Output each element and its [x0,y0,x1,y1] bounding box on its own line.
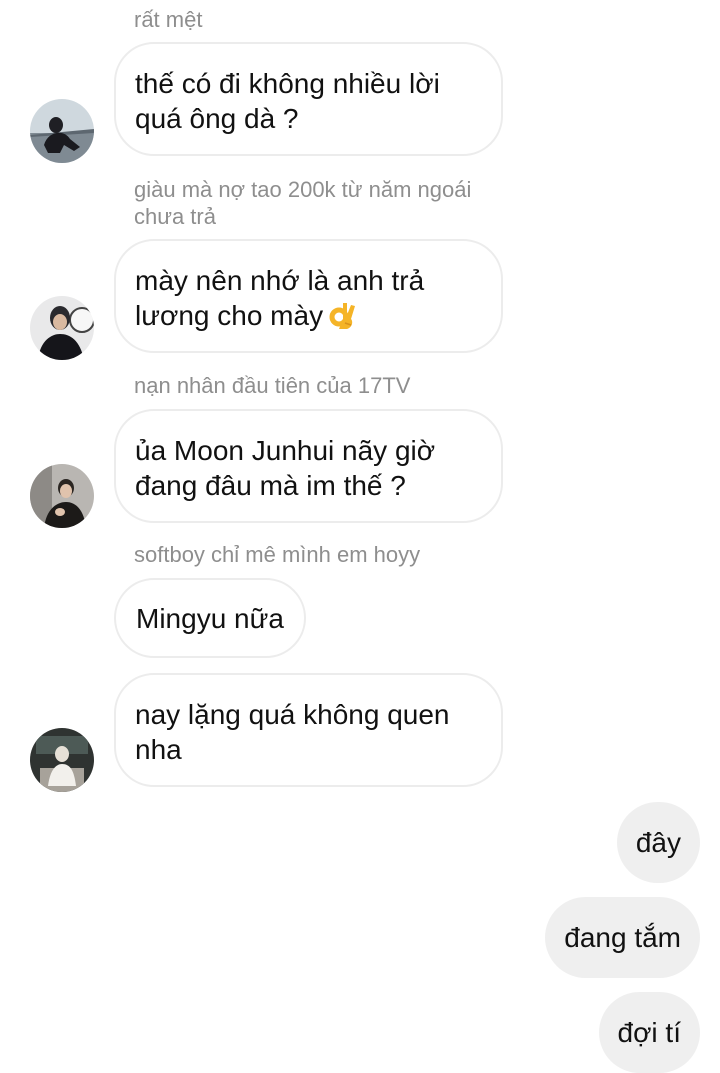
message-bubble-incoming[interactable]: thế có đi không nhiều lời quá ông dà ? [114,42,503,156]
message-text: Mingyu nữa [136,602,284,634]
message-bubble-incoming[interactable]: Mingyu nữa [114,578,306,658]
message-text: nay lặng quá không quen nha [135,699,450,765]
message-bubble-incoming[interactable]: ủa Moon Junhui nãy giờ đang đâu mà im th… [114,409,503,523]
sender-label: rất mệt [134,7,203,32]
message-text: thế có đi không nhiều lời quá ông dà ? [135,68,440,134]
ok-hand-icon [329,299,357,331]
user-avatar[interactable] [30,296,94,360]
message-bubble-incoming[interactable]: nay lặng quá không quen nha [114,673,503,787]
sender-label: softboy chỉ mê mình em hoyy [134,542,421,567]
message-bubble-outgoing[interactable]: đang tắm [545,897,700,978]
message-text: ủa Moon Junhui nãy giờ đang đâu mà im th… [135,435,436,501]
message-text: đây [635,827,681,858]
message-bubble-outgoing[interactable]: đây [616,802,700,883]
message-text: mày nên nhớ là anh trả lương cho mày [135,265,425,331]
message-text: đợi tí [617,1017,682,1048]
avatar-photo [30,99,94,163]
message-bubble-incoming[interactable]: mày nên nhớ là anh trả lương cho mày [114,239,503,353]
message-bubble-outgoing[interactable]: đợi tí [598,992,700,1073]
sender-label: nạn nhân đầu tiên của 17TV [134,373,411,398]
user-avatar[interactable] [30,99,94,163]
avatar-photo [30,464,94,528]
avatar-photo [30,296,94,360]
user-avatar[interactable] [30,464,94,528]
message-text: đang tắm [564,922,681,953]
avatar-photo [30,728,94,792]
user-avatar[interactable] [30,728,94,792]
sender-label: giàu mà nợ tao 200k từ năm ngoái chưa tr… [134,177,478,229]
